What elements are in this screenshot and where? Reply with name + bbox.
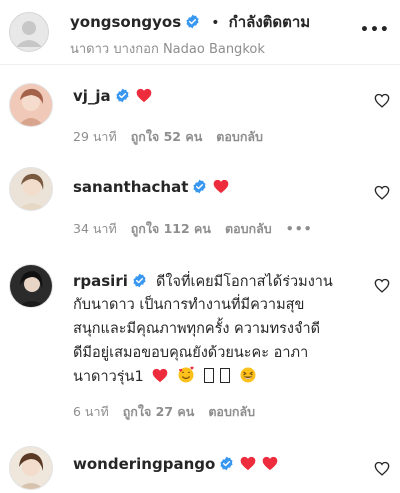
header-username[interactable]: yongsongyos [70, 13, 181, 31]
profile-photo-icon [10, 265, 52, 307]
commenter-avatar[interactable] [9, 446, 53, 490]
comment-meta: 34 นาที ถูกใจ 112 คน ตอบกลับ ••• [73, 219, 327, 239]
reply-button[interactable]: ตอบกลับ [216, 129, 263, 144]
like-heart-icon[interactable] [374, 461, 390, 476]
comment-time[interactable]: 34 นาที [73, 221, 117, 236]
grinning-squinting-face-icon [240, 367, 256, 383]
reply-button[interactable]: ตอบกลับ [225, 221, 272, 236]
reply-button[interactable]: ตอบกลับ [208, 404, 255, 419]
verified-badge-icon [193, 179, 206, 194]
profile-photo-icon [10, 447, 52, 489]
verified-badge-icon [186, 14, 199, 29]
comment-likes[interactable]: ถูกใจ 27 คน [123, 404, 195, 419]
post-location[interactable]: นาดาว บางกอก Nadao Bangkok [70, 38, 265, 59]
verified-badge-icon [116, 88, 129, 103]
commenter-username[interactable]: sananthachat [73, 178, 188, 196]
comment-likes[interactable]: ถูกใจ 52 คน [131, 129, 203, 144]
default-avatar-icon [16, 21, 42, 47]
smiling-face-with-hearts-icon [178, 366, 194, 383]
comment-text-line: สนุกและมีคุณภาพทุกครั้ง ความทรงจำดี [73, 321, 321, 337]
profile-photo-icon [10, 168, 52, 210]
comment-text-line: ดีใจที่เคยมีโอกาสได้ร่วมงาน [155, 274, 333, 290]
red-heart-emoji [262, 456, 278, 471]
red-heart-emoji [214, 179, 229, 194]
comment-time[interactable]: 29 นาที [73, 129, 117, 144]
commenter-avatar[interactable] [9, 264, 53, 308]
post-header: yongsongyos • กำลังติดตาม นาดาว บางกอก N… [0, 0, 400, 64]
header-avatar[interactable] [9, 12, 49, 52]
comment-time[interactable]: 6 นาที [73, 404, 109, 419]
commenter-username[interactable]: wonderingpango [73, 455, 215, 473]
red-heart-emoji [152, 368, 168, 383]
comment-text-line: ดีมีอยู่เสมอขอบคุณยังด้วยนะคะ อาภา [73, 345, 309, 361]
like-heart-icon[interactable] [374, 185, 390, 200]
commenter-username[interactable]: vj_ja [73, 87, 111, 105]
commenter-avatar[interactable] [9, 167, 53, 211]
red-heart-emoji [240, 456, 256, 471]
red-heart-emoji [136, 88, 152, 103]
verified-badge-icon [133, 273, 146, 288]
header-divider [0, 64, 400, 65]
commenter-avatar[interactable] [9, 83, 53, 127]
comment-meta: 29 นาที ถูกใจ 52 คน ตอบกลับ [73, 127, 277, 147]
comment-likes[interactable]: ถูกใจ 112 คน [131, 221, 211, 236]
header-separator: • [211, 15, 220, 31]
flag-placeholder-icon [220, 368, 231, 383]
like-heart-icon[interactable] [374, 93, 390, 108]
verified-badge-icon [220, 456, 233, 471]
flag-placeholder-icon [203, 368, 214, 383]
comment-text-line: กับนาดาว เป็นการทำงานที่มีความสุข [73, 297, 305, 313]
commenter-username[interactable]: rpasiri [73, 272, 128, 290]
profile-photo-icon [10, 84, 52, 126]
comment-more-options[interactable]: ••• [286, 221, 313, 236]
more-options-button[interactable]: ••• [360, 22, 390, 38]
comment-body: กับนาดาว เป็นการทำงานที่มีความสุข สนุกแล… [73, 293, 373, 389]
comment-meta: 6 นาที ถูกใจ 27 คน ตอบกลับ [73, 402, 269, 422]
follow-status[interactable]: กำลังติดตาม [229, 13, 311, 31]
comment-text-line: นาดาวรุ่น1 [73, 369, 144, 385]
like-heart-icon[interactable] [374, 278, 390, 293]
